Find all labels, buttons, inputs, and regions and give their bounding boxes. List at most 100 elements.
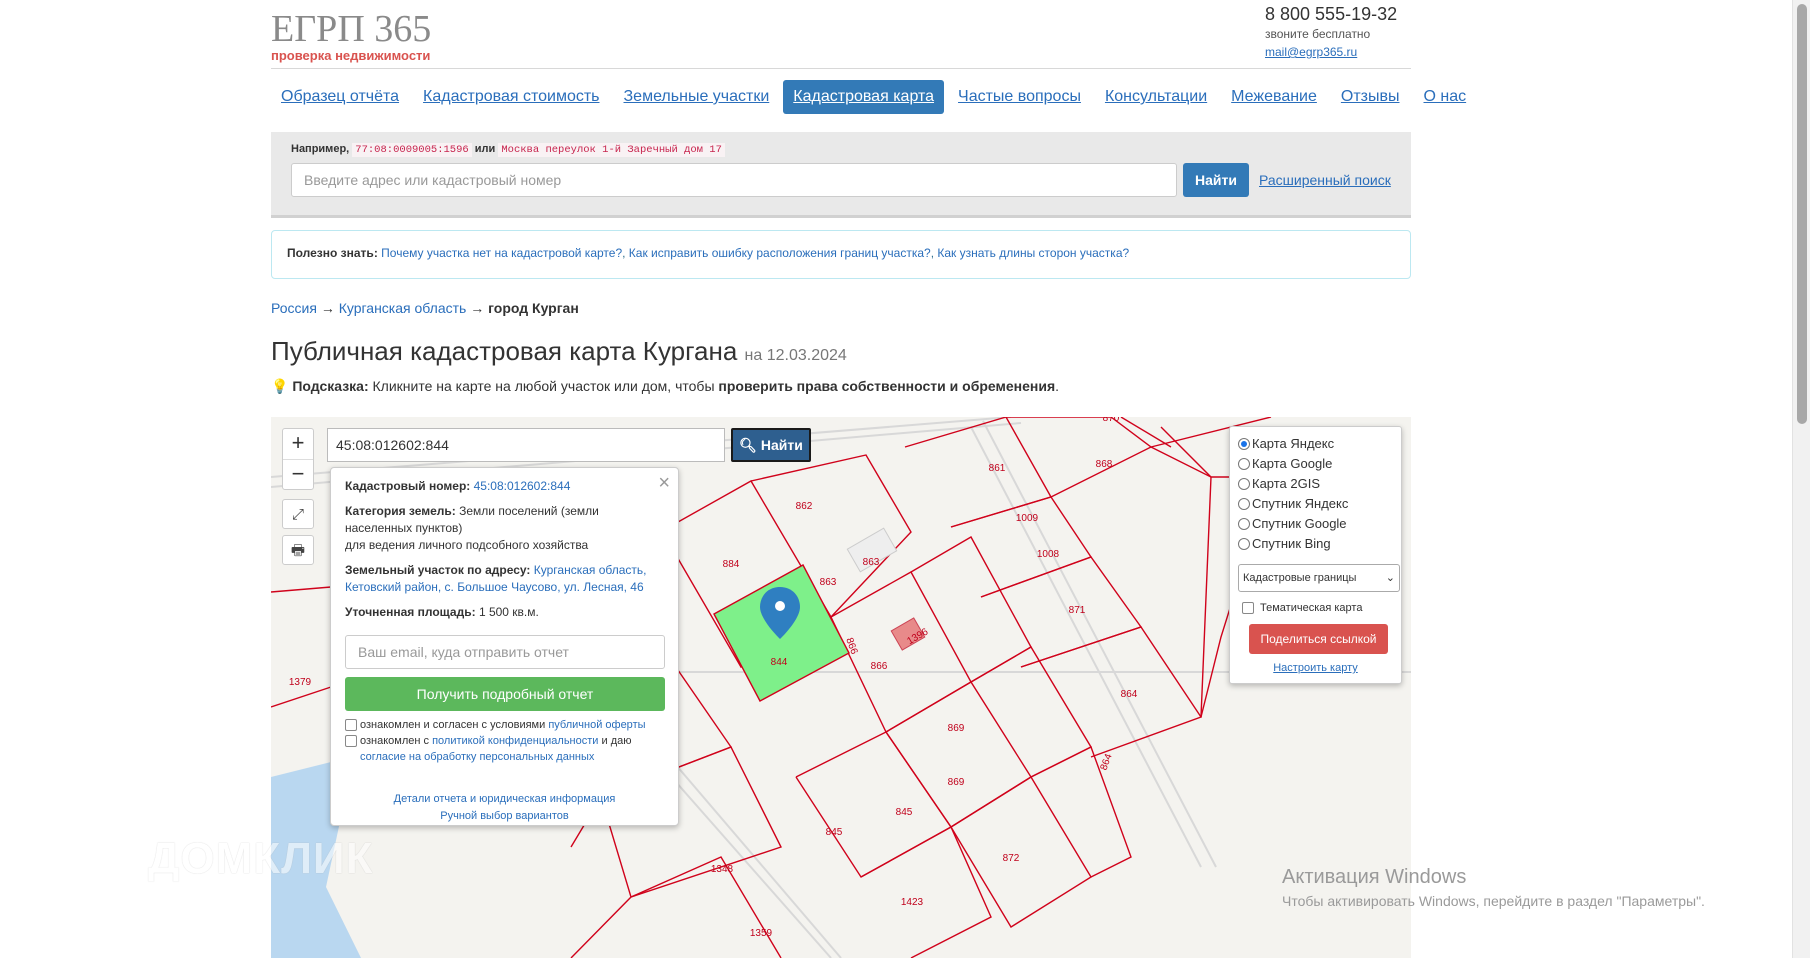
- breadcrumb-current: город Курган: [488, 300, 579, 316]
- zoom-in-button[interactable]: +: [283, 429, 313, 459]
- parcel-label: 861: [989, 463, 1006, 474]
- radio[interactable]: [1238, 518, 1250, 530]
- cadastral-map[interactable]: 861 868 862 884 1009 1008 863 863 871 84…: [271, 417, 1411, 958]
- permitted-use: для ведения личного подсобного хозяйства: [345, 538, 589, 552]
- layer-2gis-map[interactable]: Карта 2GIS: [1238, 474, 1393, 494]
- privacy-link[interactable]: политикой конфиденциальности: [432, 735, 598, 747]
- agreement-offer: ознакомлен и согласен с условиями публич…: [345, 717, 664, 733]
- layer-google-map[interactable]: Карта Google: [1238, 454, 1393, 474]
- radio[interactable]: [1238, 478, 1250, 490]
- overlay-select[interactable]: Кадастровые границы ⌄: [1238, 564, 1400, 592]
- layer-label: Спутник Google: [1252, 516, 1347, 531]
- useful-link-3[interactable]: Как узнать длины сторон участка?: [937, 246, 1129, 260]
- radio[interactable]: [1238, 458, 1250, 470]
- nav-sample-report[interactable]: Образец отчёта: [271, 80, 409, 114]
- breadcrumb: Россия → Курганская область → город Кург…: [271, 300, 579, 316]
- thematic-toggle[interactable]: Тематическая карта: [1238, 602, 1393, 614]
- area-value: 1 500 кв.м.: [478, 605, 539, 619]
- privacy-checkbox[interactable]: [345, 735, 357, 748]
- get-report-button[interactable]: Получить подробный отчет: [345, 677, 665, 711]
- parcel-label: 869: [948, 723, 965, 734]
- parcel-label: 1379: [289, 677, 312, 688]
- offer-text: ознакомлен и согласен с условиями: [360, 719, 546, 731]
- parcel-label: 866: [871, 661, 888, 672]
- search-button[interactable]: Найти: [1183, 163, 1249, 197]
- layer-yandex-map[interactable]: Карта Яндекс: [1238, 434, 1393, 454]
- consent-link[interactable]: согласие на обработку персональных данны…: [360, 751, 594, 763]
- parcel-label: 1009: [1016, 513, 1039, 524]
- search-panel: Например, 77:08:0009005:1596 или Москва …: [271, 132, 1411, 218]
- useful-info: Полезно знать: Почему участка нет на кад…: [271, 230, 1411, 279]
- useful-link-2[interactable]: Как исправить ошибку расположения границ…: [629, 246, 931, 260]
- nav-consultations[interactable]: Консультации: [1095, 80, 1217, 114]
- nav-land-plots[interactable]: Земельные участки: [614, 80, 780, 114]
- manual-select-link[interactable]: Ручной выбор вариантов: [440, 810, 568, 822]
- details-link[interactable]: Детали отчета и юридическая информация: [394, 793, 616, 805]
- search-input[interactable]: Введите адрес или кадастровый номер: [291, 163, 1177, 197]
- privacy-mid: и даю: [601, 735, 632, 747]
- hint-bold: проверить права собственности и обремене…: [718, 378, 1056, 394]
- nav-surveying[interactable]: Межевание: [1221, 80, 1327, 114]
- fullscreen-icon[interactable]: ⤢: [282, 499, 314, 529]
- hint-end: .: [1055, 378, 1060, 394]
- layer-bing-satellite[interactable]: Спутник Bing: [1238, 534, 1393, 554]
- nav-cadastral-value[interactable]: Кадастровая стоимость: [413, 80, 609, 114]
- layer-label: Карта 2GIS: [1252, 476, 1321, 491]
- category-label: Категория земель:: [345, 504, 456, 518]
- lightbulb-icon: 💡: [271, 378, 289, 394]
- configure-map-link[interactable]: Настроить карту: [1238, 662, 1393, 674]
- radio[interactable]: [1238, 498, 1250, 510]
- zoom-out-button[interactable]: −: [283, 459, 313, 489]
- house-icon: [68, 828, 136, 890]
- thematic-checkbox[interactable]: [1242, 602, 1254, 614]
- radio[interactable]: [1238, 538, 1250, 550]
- cad-number-link[interactable]: 45:08:012602:844: [474, 479, 571, 493]
- layer-google-satellite[interactable]: Спутник Google: [1238, 514, 1393, 534]
- map-search-button[interactable]: 🔍︎ Найти: [731, 428, 811, 462]
- nav-cadastral-map[interactable]: Кадастровая карта: [783, 80, 945, 114]
- address-label: Земельный участок по адресу:: [345, 563, 531, 577]
- nav-faq[interactable]: Частые вопросы: [948, 80, 1091, 114]
- email-input[interactable]: Ваш email, куда отправить отчет: [345, 635, 665, 669]
- nav-reviews[interactable]: Отзывы: [1331, 80, 1410, 114]
- parcel-label: 1423: [901, 897, 924, 908]
- area-label: Уточненная площадь:: [345, 605, 476, 619]
- advanced-search-link[interactable]: Расширенный поиск: [1259, 172, 1391, 188]
- share-link-button[interactable]: Поделиться ссылкой: [1249, 624, 1388, 654]
- layer-label: Карта Яндекс: [1252, 436, 1335, 451]
- parcel-label: 864: [1099, 752, 1115, 772]
- useful-link-1[interactable]: Почему участка нет на кадастровой карте?: [381, 246, 622, 260]
- layer-yandex-satellite[interactable]: Спутник Яндекс: [1238, 494, 1393, 514]
- parcel-label: 863: [820, 577, 837, 588]
- breadcrumb-root[interactable]: Россия: [271, 300, 317, 316]
- page-title-text: Публичная кадастровая карта Кургана: [271, 336, 738, 366]
- parcel-label: 868: [1096, 459, 1113, 470]
- parcel-label: 845: [896, 807, 913, 818]
- privacy-text: ознакомлен с: [360, 735, 430, 747]
- layer-label: Спутник Яндекс: [1252, 496, 1349, 511]
- site-logo[interactable]: ЕГРП 365 проверка недвижимости: [271, 10, 431, 63]
- breadcrumb-arrow: →: [320, 300, 335, 316]
- parcel-label: 871: [1069, 605, 1086, 616]
- close-icon[interactable]: ×: [658, 472, 670, 495]
- nav-about[interactable]: О нас: [1414, 80, 1477, 114]
- example-or: или: [474, 143, 496, 155]
- popup-links: Детали отчета и юридическая информация Р…: [345, 791, 664, 825]
- map-search-label: Найти: [760, 437, 803, 453]
- email-link[interactable]: mail@egrp365.ru: [1265, 45, 1397, 59]
- scrollbar-thumb[interactable]: [1797, 4, 1807, 424]
- overlay-select-value: Кадастровые границы: [1243, 572, 1357, 584]
- print-icon[interactable]: 🖶: [282, 535, 314, 565]
- parcel-label: 845: [826, 827, 843, 838]
- layers-panel: Карта Яндекс Карта Google Карта 2GIS Спу…: [1229, 426, 1402, 684]
- breadcrumb-region[interactable]: Курганская область: [339, 300, 467, 316]
- offer-checkbox[interactable]: [345, 719, 357, 732]
- parcel-label: 870: [1103, 417, 1120, 424]
- offer-link[interactable]: публичной оферты: [548, 719, 645, 731]
- radio[interactable]: [1238, 438, 1250, 450]
- page-scrollbar[interactable]: [1792, 0, 1810, 958]
- page-title-date: на 12.03.2024: [744, 347, 847, 364]
- domclick-brand: ДОМКЛИК: [148, 834, 374, 883]
- map-search-input[interactable]: 45:08:012602:844: [327, 428, 725, 462]
- search-example: Например, 77:08:0009005:1596 или Москва …: [291, 143, 725, 157]
